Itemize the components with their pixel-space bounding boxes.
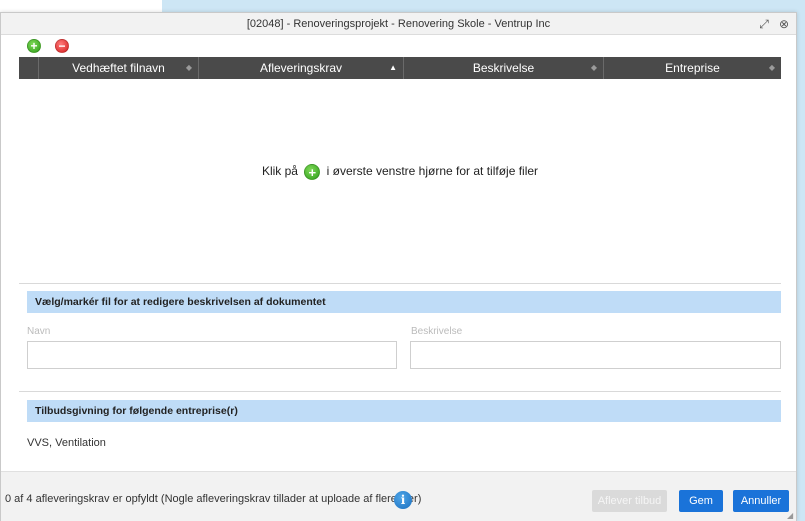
dialog-footer: 0 af 4 afleveringskrav er opfyldt (Nogle…	[1, 471, 796, 521]
dialog-titlebar: [02048] - Renoveringsprojekt - Renoverin…	[1, 13, 796, 35]
divider	[19, 283, 781, 284]
grid-header: Vedhæftet filnavn ◆ Afleveringskrav ▲ Be…	[19, 57, 781, 79]
name-input[interactable]	[27, 341, 397, 369]
empty-grid-message: Klik på + i øverste venstre hjørne for a…	[261, 164, 539, 180]
resize-handle-icon[interactable]: ◢	[787, 512, 795, 520]
close-icon[interactable]: ⊗	[776, 16, 792, 32]
background-strip	[0, 0, 805, 12]
pin-icon[interactable]: ⤢	[756, 16, 772, 32]
divider	[19, 391, 781, 392]
info-icon[interactable]: i	[394, 491, 412, 509]
entreprise-list: VVS, Ventilation	[27, 437, 106, 449]
submit-tender-button[interactable]: Aflever tilbud	[592, 490, 667, 512]
column-header-entreprise[interactable]: Entreprise ◆	[604, 57, 781, 79]
sort-icon: ◆	[185, 63, 192, 72]
column-header-select[interactable]	[19, 57, 39, 79]
sort-icon: ◆	[768, 63, 775, 72]
save-button[interactable]: Gem	[679, 490, 723, 512]
column-header-requirement[interactable]: Afleveringskrav ▲	[199, 57, 404, 79]
sort-icon: ◆	[590, 63, 597, 72]
tender-section-heading: Tilbudsgivning for følgende entreprise(r…	[27, 400, 781, 422]
add-file-button[interactable]: +	[27, 39, 41, 53]
sort-ascending-icon: ▲	[389, 63, 397, 72]
plus-circle-icon: +	[304, 164, 321, 180]
dialog-title: [02048] - Renoveringsprojekt - Renoverin…	[246, 18, 551, 30]
remove-file-button[interactable]: −	[55, 39, 69, 53]
edit-section-heading: Vælg/markér fil for at redigere beskrive…	[27, 291, 781, 313]
column-header-filename[interactable]: Vedhæftet filnavn ◆	[39, 57, 199, 79]
description-input[interactable]	[410, 341, 781, 369]
grid-body: Klik på + i øverste venstre hjørne for a…	[19, 79, 781, 283]
upload-dialog: [02048] - Renoveringsprojekt - Renoverin…	[0, 12, 797, 521]
name-label: Navn	[27, 326, 51, 337]
column-header-description[interactable]: Beskrivelse ◆	[404, 57, 604, 79]
requirements-status: 0 af 4 afleveringskrav er opfyldt (Nogle…	[5, 493, 422, 505]
grid-toolbar: + −	[19, 37, 781, 57]
cancel-button[interactable]: Annuller	[733, 490, 789, 512]
description-label: Beskrivelse	[411, 326, 463, 337]
